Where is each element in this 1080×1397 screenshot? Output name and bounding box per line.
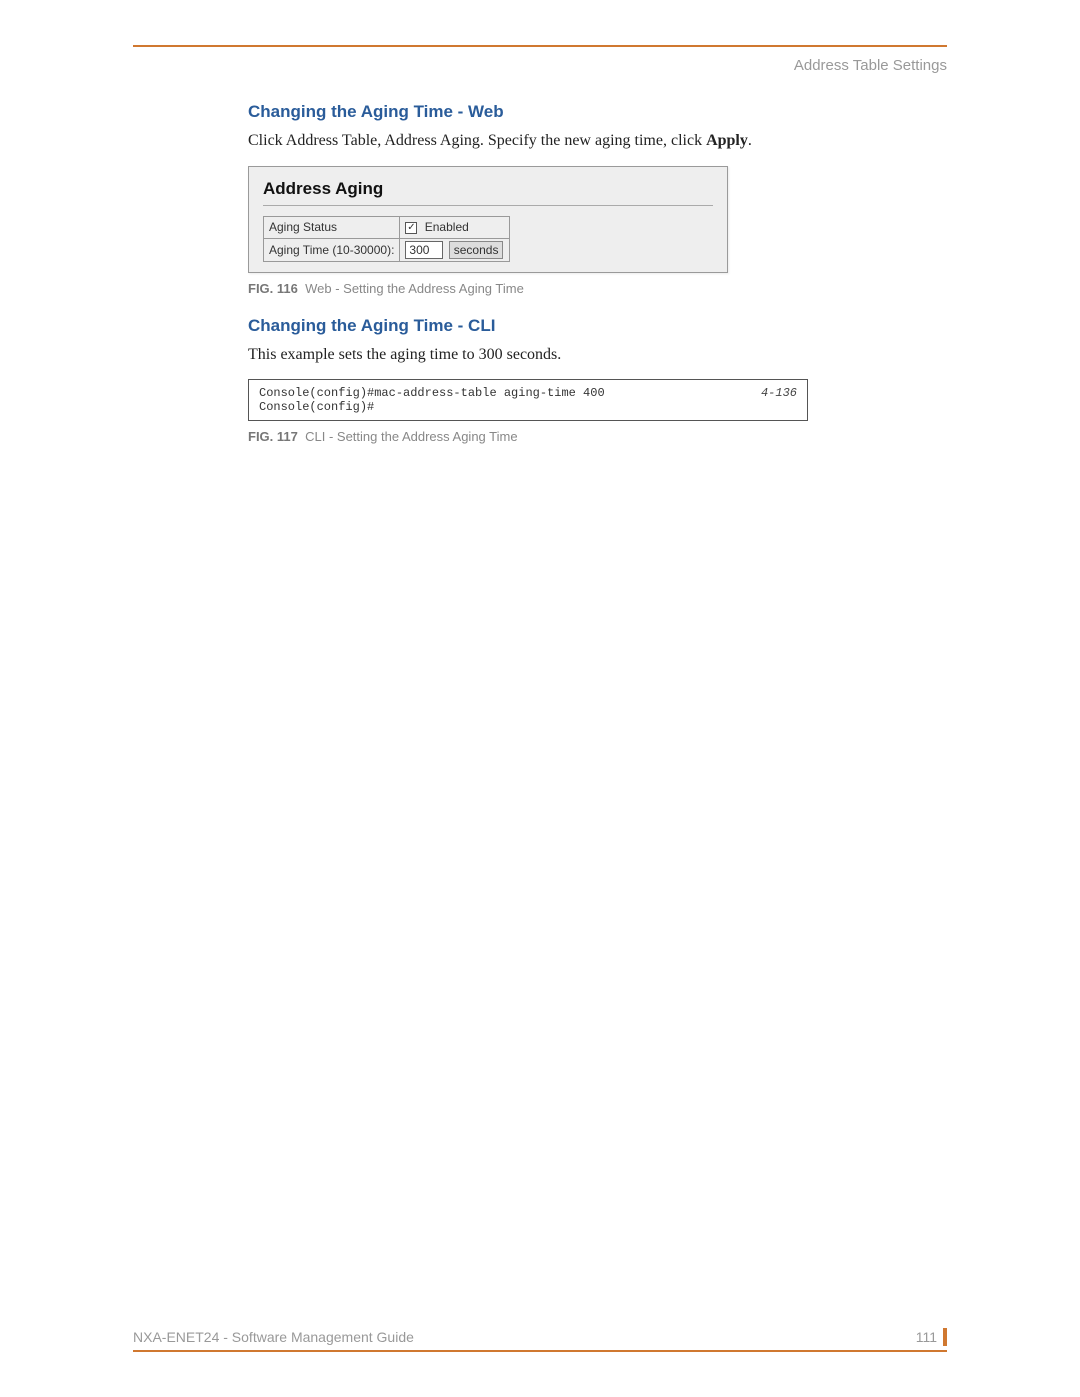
fig116-divider bbox=[263, 205, 713, 206]
footer-page-number: 111 bbox=[916, 1329, 937, 1345]
fig116-caption: FIG. 116 Web - Setting the Address Aging… bbox=[248, 281, 942, 296]
cli-reference: 4-136 bbox=[761, 386, 797, 400]
fig116-seconds-label: seconds bbox=[449, 241, 504, 259]
figure-117-cli-box: Console(config)#mac-address-table aging-… bbox=[248, 379, 808, 421]
fig117-caption-text: CLI - Setting the Address Aging Time bbox=[305, 429, 517, 444]
body-web-pre: Click Address Table, Address Aging. Spec… bbox=[248, 132, 706, 149]
enabled-checkbox-icon[interactable]: ✓ bbox=[405, 222, 417, 234]
body-web-bold: Apply bbox=[706, 132, 748, 149]
header-rule bbox=[133, 45, 947, 47]
fig116-row-aging-time: Aging Time (10-30000): 300 seconds bbox=[264, 238, 510, 261]
aging-time-input[interactable]: 300 bbox=[405, 241, 443, 259]
content-area: Changing the Aging Time - Web Click Addr… bbox=[248, 102, 942, 444]
body-web-instruction: Click Address Table, Address Aging. Spec… bbox=[248, 130, 942, 152]
body-web-post: . bbox=[748, 132, 752, 149]
fig116-title: Address Aging bbox=[263, 179, 713, 199]
fig116-aging-time-label: Aging Time (10-30000): bbox=[264, 238, 400, 261]
fig116-enabled-text: Enabled bbox=[425, 220, 469, 234]
cli-line-1: Console(config)#mac-address-table aging-… bbox=[259, 386, 797, 400]
body-cli-instruction: This example sets the aging time to 300 … bbox=[248, 344, 942, 366]
footer-rule bbox=[133, 1350, 947, 1352]
fig116-form-table: Aging Status ✓ Enabled Aging Time (10-30… bbox=[263, 216, 510, 262]
footer-line: NXA-ENET24 - Software Management Guide 1… bbox=[133, 1328, 947, 1350]
fig116-aging-status-label: Aging Status bbox=[264, 216, 400, 238]
fig116-aging-time-cell: 300 seconds bbox=[400, 238, 510, 261]
header-section-label: Address Table Settings bbox=[133, 57, 947, 74]
page-container: Address Table Settings Changing the Agin… bbox=[133, 45, 947, 1352]
fig116-row-aging-status: Aging Status ✓ Enabled bbox=[264, 216, 510, 238]
heading-cli: Changing the Aging Time - CLI bbox=[248, 316, 942, 336]
figure-116-screenshot: Address Aging Aging Status ✓ Enabled Agi… bbox=[248, 166, 728, 273]
cli-command-1: Console(config)#mac-address-table aging-… bbox=[259, 386, 605, 400]
fig116-aging-status-cell: ✓ Enabled bbox=[400, 216, 510, 238]
page-footer: NXA-ENET24 - Software Management Guide 1… bbox=[133, 1328, 947, 1352]
heading-web: Changing the Aging Time - Web bbox=[248, 102, 942, 122]
fig116-caption-label: FIG. 116 bbox=[248, 281, 298, 296]
footer-page-number-wrap: 111 bbox=[916, 1328, 947, 1346]
fig116-caption-text: Web - Setting the Address Aging Time bbox=[305, 281, 524, 296]
cli-line-2: Console(config)# bbox=[259, 400, 797, 414]
footer-doc-title: NXA-ENET24 - Software Management Guide bbox=[133, 1329, 414, 1345]
fig117-caption-label: FIG. 117 bbox=[248, 429, 298, 444]
fig117-caption: FIG. 117 CLI - Setting the Address Aging… bbox=[248, 429, 942, 444]
